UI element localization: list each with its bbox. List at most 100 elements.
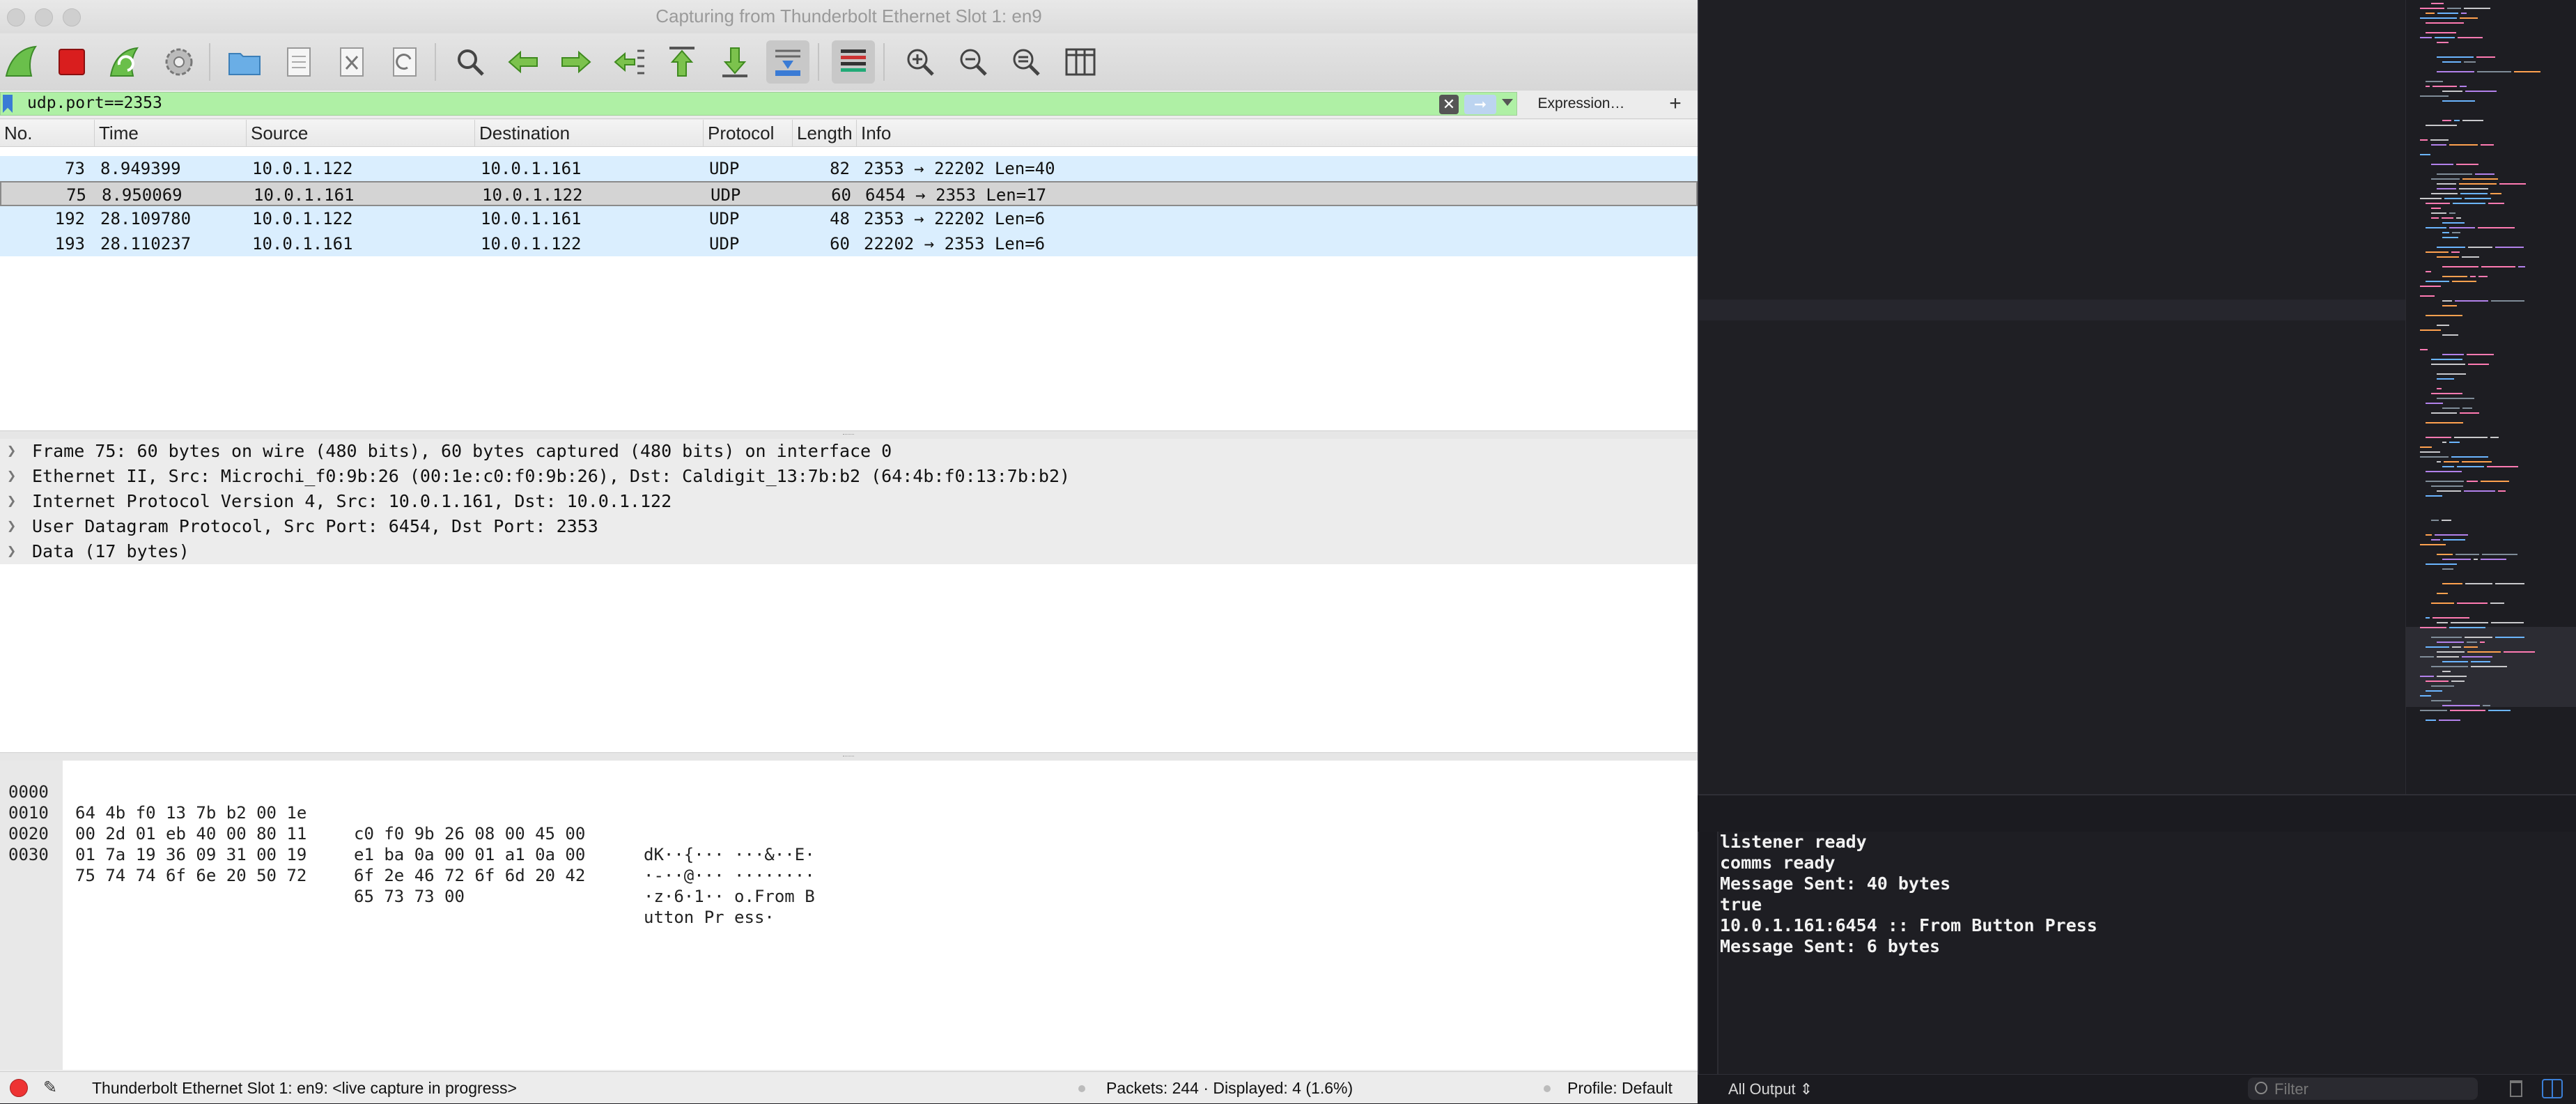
minimap-code-stroke <box>2475 173 2494 175</box>
column-header-destination[interactable]: Destination <box>475 120 704 146</box>
minimap-code-stroke <box>2420 139 2428 141</box>
minimap-code-stroke <box>2462 461 2492 462</box>
expression-button[interactable]: Expression… <box>1526 92 1637 116</box>
document-icon <box>287 47 311 77</box>
minimap-code-stroke <box>2426 437 2451 438</box>
capture-status-icon[interactable] <box>10 1079 28 1097</box>
minimap-code-stroke <box>2420 627 2446 628</box>
detail-row-ethernet[interactable]: ❯ Ethernet II, Src: Microchi_f0:9b:26 (0… <box>0 464 1698 489</box>
detail-row-udp[interactable]: ❯ User Datagram Protocol, Src Port: 6454… <box>0 514 1698 539</box>
minimap-code-stroke <box>2431 178 2460 180</box>
debug-console[interactable]: listener ready comms ready Message Sent:… <box>1698 832 2576 1074</box>
minimap-code-stroke <box>2442 442 2446 443</box>
clear-filter-icon[interactable]: ✕ <box>1439 95 1459 114</box>
chevron-right-icon[interactable]: ❯ <box>7 489 16 514</box>
console-filter-box[interactable]: Filter <box>2248 1078 2478 1100</box>
packet-no: 73 <box>65 159 85 178</box>
autoscroll-button[interactable] <box>766 40 809 84</box>
reload-file-button[interactable] <box>383 40 426 84</box>
stop-capture-button[interactable] <box>50 40 93 84</box>
edit-comment-icon[interactable]: ✎ <box>43 1078 57 1098</box>
trash-icon[interactable] <box>2510 1080 2522 1097</box>
display-filter-input[interactable]: udp.port==2353 <box>0 92 1517 116</box>
minimap-code-stroke <box>2460 17 2478 19</box>
open-file-button[interactable] <box>223 40 266 84</box>
chevron-right-icon[interactable]: ❯ <box>7 514 16 539</box>
console-divider[interactable] <box>1698 794 2576 834</box>
column-header-protocol[interactable]: Protocol <box>704 120 793 146</box>
close-file-button[interactable] <box>330 40 373 84</box>
column-header-no[interactable]: No. <box>0 120 95 146</box>
autoscroll-icon <box>775 49 800 76</box>
minimap-code-stroke <box>2483 705 2490 706</box>
column-header-info[interactable]: Info <box>857 120 1698 146</box>
column-header-source[interactable]: Source <box>247 120 475 146</box>
save-file-button[interactable] <box>277 40 320 84</box>
minimap-code-stroke <box>2462 256 2479 258</box>
code-minimap[interactable] <box>2405 0 2576 794</box>
bytes-row[interactable]: 0000 64 4b f0 13 7b b2 00 1e c0 f0 9b 26… <box>0 761 815 864</box>
detail-text: Ethernet II, Src: Microchi_f0:9b:26 (00:… <box>32 466 1071 486</box>
detail-text: Data (17 bytes) <box>32 541 189 561</box>
minimap-code-stroke <box>2426 315 2462 316</box>
zoom-reset-icon <box>1013 49 1040 76</box>
go-back-button[interactable] <box>502 40 545 84</box>
start-capture-button[interactable] <box>0 40 43 84</box>
find-packet-button[interactable] <box>449 40 492 84</box>
zoom-in-button[interactable] <box>899 40 942 84</box>
last-packet-button[interactable] <box>713 40 756 84</box>
add-filter-button[interactable]: + <box>1661 91 1689 117</box>
packet-destination: 10.0.1.122 <box>481 234 582 254</box>
packet-row[interactable]: 193 28.110237 10.0.1.161 10.0.1.122 UDP … <box>0 231 1698 256</box>
minimap-code-stroke <box>2431 520 2439 521</box>
packet-destination: 10.0.1.122 <box>482 185 583 205</box>
console-footer: All Output ⇕ Filter <box>1698 1074 2576 1104</box>
detail-row-ipv4[interactable]: ❯ Internet Protocol Version 4, Src: 10.0… <box>0 489 1698 514</box>
capture-options-button[interactable] <box>157 40 201 84</box>
resize-columns-button[interactable] <box>1059 40 1102 84</box>
code-editor-pane[interactable] <box>1698 0 2576 794</box>
packet-row[interactable]: 73 8.949399 10.0.1.122 10.0.1.161 UDP 82… <box>0 156 1698 181</box>
console-filter-input[interactable]: Filter <box>2274 1080 2309 1098</box>
minimap-code-stroke <box>2452 646 2461 648</box>
minimap-code-stroke <box>2437 593 2448 594</box>
detail-row-data[interactable]: ❯ Data (17 bytes) <box>0 539 1698 564</box>
shark-fin-icon <box>5 45 38 77</box>
minimap-code-stroke <box>2426 281 2449 282</box>
minimap-code-stroke <box>2431 700 2451 701</box>
first-packet-button[interactable] <box>660 40 704 84</box>
bytes-offset: 0030 <box>8 845 49 864</box>
minimap-code-stroke <box>2480 642 2485 643</box>
filter-history-dropdown-icon[interactable] <box>1502 99 1513 106</box>
wireshark-window: Capturing from Thunderbolt Ethernet Slot… <box>0 0 1698 1103</box>
minimap-code-stroke <box>2442 671 2451 672</box>
go-to-packet-button[interactable] <box>607 40 651 84</box>
minimap-code-stroke <box>2467 651 2501 653</box>
apply-filter-icon[interactable]: ➞ <box>1464 95 1496 114</box>
packet-row[interactable]: 192 28.109780 10.0.1.122 10.0.1.161 UDP … <box>0 206 1698 231</box>
minimap-code-stroke <box>2464 61 2476 63</box>
console-line: Message Sent: 40 bytes <box>1720 873 1951 894</box>
zoom-out-button[interactable] <box>952 40 995 84</box>
bytes-row[interactable]: 0020 01 7a 19 36 09 31 00 19 6f 2e 46 72… <box>0 802 815 906</box>
minimap-code-stroke <box>2481 266 2515 267</box>
packet-row-selected[interactable]: 75 8.950069 10.0.1.161 10.0.1.122 UDP 60… <box>0 181 1698 206</box>
status-profile-text[interactable]: Profile: Default <box>1567 1079 1673 1098</box>
column-header-time[interactable]: Time <box>95 120 247 146</box>
minimap-code-stroke <box>2449 627 2485 628</box>
split-view-icon[interactable] <box>2542 1079 2563 1098</box>
colorize-button[interactable] <box>832 40 875 84</box>
output-selector[interactable]: All Output ⇕ <box>1728 1080 1813 1098</box>
column-header-length[interactable]: Length <box>793 120 857 146</box>
minimap-code-stroke <box>2481 481 2509 482</box>
chevron-right-icon[interactable]: ❯ <box>7 539 16 564</box>
chevron-right-icon[interactable]: ❯ <box>7 439 16 464</box>
packet-source: 10.0.1.161 <box>254 185 355 205</box>
bytes-row[interactable]: 0030 75 74 74 6f 6e 20 50 72 65 73 73 00… <box>0 823 775 927</box>
go-forward-button[interactable] <box>554 40 598 84</box>
bytes-row[interactable]: 0010 00 2d 01 eb 40 00 80 11 e1 ba 0a 00… <box>0 782 815 885</box>
restart-capture-button[interactable] <box>103 40 146 84</box>
normal-size-button[interactable] <box>1004 40 1048 84</box>
chevron-right-icon[interactable]: ❯ <box>7 464 16 489</box>
detail-row-frame[interactable]: ❯ Frame 75: 60 bytes on wire (480 bits),… <box>0 439 1698 464</box>
